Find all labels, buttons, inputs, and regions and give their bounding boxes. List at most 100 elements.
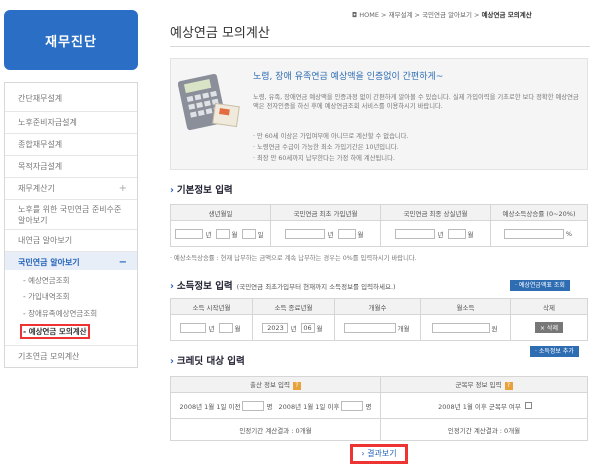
- income-end-month-input[interactable]: 06: [300, 322, 315, 333]
- unit-label: 원: [491, 324, 498, 333]
- first-join-cell: 년 월: [270, 220, 381, 247]
- plus-icon: +: [118, 183, 127, 194]
- breadcrumb-level2[interactable]: 국민연금 알아보기: [422, 11, 472, 19]
- birth-result-text: 인정기간 계산결과 : 0개월: [239, 426, 312, 435]
- column-header: 월소득: [420, 298, 511, 315]
- info-bullet: · 최장 만 60세까지 납부한다는 가정 하에 계산됩니다.: [253, 155, 395, 162]
- sidebar-logo[interactable]: 재무진단: [4, 10, 138, 70]
- birth-before-label: 2008년 1월 1일 이전: [179, 402, 241, 411]
- delete-row-button[interactable]: × 삭제: [535, 322, 563, 333]
- birth-after-input[interactable]: [341, 400, 364, 411]
- months-input[interactable]: [343, 322, 396, 333]
- sidebar-item-my-pension[interactable]: 내연금 알아보기: [5, 229, 137, 246]
- sidebar-item-comprehensive[interactable]: 종합재무설계: [5, 133, 137, 150]
- info-bullet: · 만 60세 이상은 가입여부에 아니므로 계산할 수 없습니다.: [253, 133, 409, 140]
- income-end-cell: 2023 년 06 월: [252, 314, 335, 341]
- column-header: 생년월일: [170, 204, 271, 221]
- column-header: 출산 정보 입력?: [170, 376, 381, 393]
- chevron-right-icon: ›: [170, 356, 174, 367]
- first-join-year-input[interactable]: [285, 228, 326, 239]
- unit-label: 일: [257, 230, 264, 239]
- info-bullet: · 노령연금 수급이 가능한 최소 가입기간은 10년입니다.: [253, 144, 399, 151]
- section-title-income: › 소득정보 입력 (국민연금 최초가입부터 현재까지 소득정보를 입력하세요.): [170, 278, 396, 292]
- sidebar-item-national-pension[interactable]: 국민연금 알아보기 −: [5, 251, 137, 270]
- income-start-month-input[interactable]: [218, 322, 233, 333]
- section-title-credit: › 크레딧 대상 입력: [170, 353, 245, 367]
- section-title-basic: › 기본정보 입력: [170, 182, 233, 196]
- sidebar-item-readiness[interactable]: 노후를 위한 국민연금 준비수준 알아보기: [5, 199, 137, 226]
- birth-after-label: 2008년 1월 1일 이후: [278, 402, 340, 411]
- sidebar-item-simple[interactable]: 간단재무설계: [5, 93, 137, 104]
- result-button[interactable]: › 결과보기: [350, 444, 408, 464]
- unit-label: 개월: [397, 324, 410, 333]
- sidebar-item-retirement[interactable]: 노후준비자금설계: [5, 111, 137, 128]
- column-header-text: 군복무 정보 입력: [455, 381, 502, 389]
- sidebar-subitem-simulation[interactable]: - 예상연금 모의계산: [18, 324, 90, 339]
- birth-month-input[interactable]: [215, 228, 230, 239]
- last-loss-cell: 년 월: [380, 220, 491, 247]
- income-end-year-input[interactable]: 2023: [262, 322, 289, 333]
- column-header: 군복무 정보 입력?: [380, 376, 588, 393]
- unit-label: 년: [205, 230, 212, 239]
- unit-label: 월: [316, 324, 323, 333]
- basic-info-table: 생년월일 국민연금 최초 가입년월 국민연금 최종 상실년월 예상소득상승률 (…: [170, 204, 588, 247]
- last-loss-year-input[interactable]: [395, 228, 436, 239]
- chevron-right-icon: ›: [170, 281, 174, 292]
- income-start-cell: 년 월: [170, 314, 253, 341]
- breadcrumb-home[interactable]: HOME: [359, 11, 379, 19]
- sidebar-nav: 간단재무설계 노후준비자금설계 종합재무설계 목적자금설계 재무계산기 + 노후를…: [4, 82, 138, 368]
- column-header: 국민연금 최초 가입년월: [270, 204, 381, 221]
- unit-label: 월: [231, 230, 238, 239]
- page: 재무진단 간단재무설계 노후준비자금설계 종합재무설계 목적자금설계 재무계산기…: [0, 0, 600, 470]
- income-growth-input[interactable]: [503, 228, 564, 239]
- chevron-right-icon: ›: [170, 185, 174, 196]
- monthly-income-input[interactable]: [431, 322, 490, 333]
- last-loss-month-input[interactable]: [447, 228, 466, 239]
- minus-icon: −: [118, 257, 127, 268]
- help-icon[interactable]: ?: [504, 382, 513, 390]
- military-checkbox[interactable]: [524, 402, 532, 409]
- delete-cell: × 삭제: [510, 314, 588, 341]
- unit-label: 년: [437, 230, 444, 239]
- monthly-income-cell: 원: [420, 314, 511, 341]
- basic-note: · 예상소득상승률 : 현재 납부하는 금액으로 계속 납부하는 경우는 0%를…: [170, 255, 417, 262]
- section-title-text: 기본정보 입력: [176, 185, 233, 196]
- page-title: 예상연금 모의계산: [170, 26, 270, 41]
- sidebar-subitem-history[interactable]: - 가입내역조회: [5, 291, 137, 302]
- sidebar-item-label: 재무계산기: [18, 184, 55, 193]
- military-cell: 2008년 1월 이후 군복무 여부: [380, 392, 588, 419]
- birth-year-input[interactable]: [175, 228, 204, 239]
- credit-table: 출산 정보 입력? 군복무 정보 입력? 2008년 1월 1일 이전 명 200…: [170, 376, 588, 441]
- months-cell: 개월: [334, 314, 421, 341]
- unit-label: 명: [266, 402, 273, 411]
- column-header: 소득 시작년월: [170, 298, 253, 315]
- income-start-year-input[interactable]: [180, 322, 207, 333]
- help-icon[interactable]: ?: [293, 382, 301, 390]
- unit-label: 월: [234, 324, 241, 333]
- military-result-text: 인정기간 계산결과 : 0개월: [447, 426, 521, 435]
- column-header: 개월수: [334, 298, 421, 315]
- column-header: 국민연금 최종 상실년월: [380, 204, 491, 221]
- income-growth-cell: %: [490, 220, 588, 247]
- section-title-text: 소득정보 입력: [176, 281, 233, 292]
- sidebar-item-purpose[interactable]: 목적자금설계: [5, 155, 137, 172]
- first-join-month-input[interactable]: [337, 228, 356, 239]
- sidebar-subitem-disability[interactable]: - 장애유족예상연금조회: [5, 308, 137, 319]
- sidebar-item-calculator[interactable]: 재무계산기 +: [5, 177, 137, 199]
- military-result-cell: 인정기간 계산결과 : 0개월: [380, 418, 588, 441]
- breadcrumb: ◘ HOME > 재무설계 > 국민연금 알아보기 > 예상연금 모의계산: [352, 11, 532, 19]
- unit-label: %: [565, 229, 573, 238]
- sidebar-subitem-estimate[interactable]: - 예상연금조회: [5, 275, 137, 286]
- column-header: 삭제: [510, 298, 588, 315]
- title-divider: [170, 46, 590, 47]
- military-label: 2008년 1월 이후 군복무 여부: [438, 402, 521, 411]
- pension-table-button[interactable]: · 예상연금액표 조회: [510, 280, 570, 291]
- sidebar-item-basic-pension[interactable]: 기초연금 모의계산: [5, 345, 137, 362]
- home-icon: ◘: [352, 11, 358, 19]
- birth-before-input[interactable]: [242, 400, 265, 411]
- breadcrumb-level1[interactable]: 재무설계: [389, 11, 413, 19]
- birth-day-input[interactable]: [241, 228, 256, 239]
- unit-label: 년: [208, 324, 215, 333]
- add-income-button[interactable]: · 소득정보 추가: [530, 346, 579, 357]
- info-box: 노령, 장애 유족연금 예상액을 인증없이 간편하게~ 노령, 유족, 장애연금…: [170, 58, 588, 170]
